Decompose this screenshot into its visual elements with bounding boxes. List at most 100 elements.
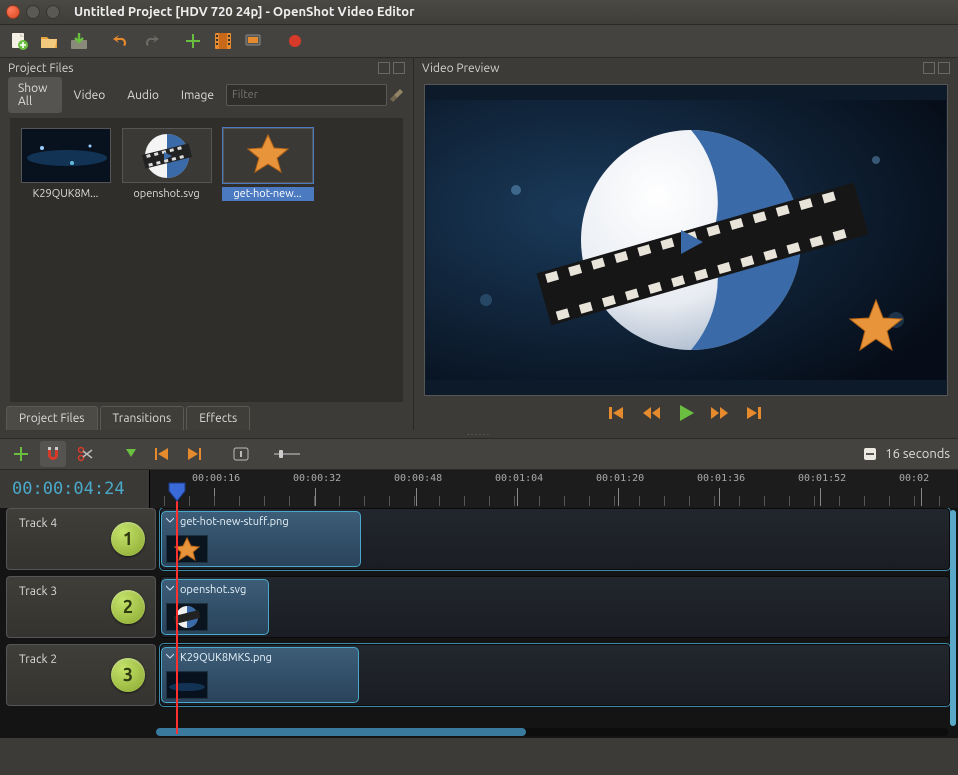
- project-files-grid[interactable]: K29QUK8M... openshot.svg get-hot-new...: [10, 118, 403, 402]
- clip-thumbnail: [166, 603, 208, 631]
- clear-filter-button[interactable]: [389, 84, 405, 106]
- export-button[interactable]: [282, 28, 308, 54]
- skip-start-icon: [609, 405, 627, 421]
- project-file-label: K29QUK8M...: [20, 187, 112, 201]
- workspace-panels: Project Files Show All Video Audio Image…: [0, 58, 958, 430]
- play-icon: [677, 404, 695, 422]
- timeline-header: 00:00:04:24 00:00:1600:00:3200:00:4800:0…: [0, 470, 958, 508]
- magnet-icon: [46, 446, 60, 462]
- fast-forward-icon: [711, 406, 729, 420]
- tab-effects[interactable]: Effects: [186, 406, 250, 430]
- zoom-slider[interactable]: [274, 441, 300, 467]
- track-number-badge: 1: [111, 522, 145, 556]
- undo-button[interactable]: [108, 28, 134, 54]
- filter-video-button[interactable]: Video: [64, 84, 116, 107]
- project-files-title: Project Files: [8, 62, 74, 75]
- clip-label: openshot.svg: [180, 584, 246, 596]
- track-name: Track 2: [19, 653, 57, 666]
- track-header[interactable]: Track 41: [6, 508, 156, 570]
- timeline-horizontal-scrollbar[interactable]: [156, 728, 948, 736]
- panel-close-button[interactable]: [938, 62, 950, 74]
- playhead[interactable]: [176, 484, 178, 734]
- filter-input[interactable]: [226, 84, 387, 106]
- clip-label: get-hot-new-stuff.png: [180, 516, 289, 528]
- slider-icon: [274, 449, 300, 459]
- track-lane[interactable]: openshot.svg: [160, 576, 950, 638]
- track-lane[interactable]: get-hot-new-stuff.png: [160, 508, 950, 570]
- track-header[interactable]: Track 32: [6, 576, 156, 638]
- redo-icon: [142, 32, 160, 50]
- center-playhead-button[interactable]: [228, 441, 254, 467]
- marker-button[interactable]: [118, 441, 144, 467]
- project-files-toolbar: Show All Video Audio Image: [0, 78, 413, 112]
- ruler-label: 00:01:36: [697, 473, 745, 484]
- project-file-label: get-hot-new...: [222, 187, 314, 201]
- tab-project-files[interactable]: Project Files: [6, 406, 98, 430]
- project-file-thumbnail: [21, 128, 111, 183]
- timeline-vertical-scrollbar[interactable]: [950, 510, 956, 726]
- ruler-label: 00:02: [899, 473, 929, 484]
- scissors-icon: [77, 446, 93, 462]
- main-toolbar: [0, 25, 958, 58]
- jump-end-button[interactable]: [744, 403, 764, 423]
- save-icon: [70, 32, 88, 50]
- snapping-button[interactable]: [40, 441, 66, 467]
- panel-close-button[interactable]: [393, 62, 405, 74]
- redo-button[interactable]: [138, 28, 164, 54]
- track-header[interactable]: Track 2 3: [6, 644, 156, 706]
- profile-button[interactable]: [210, 28, 236, 54]
- new-project-button[interactable]: [6, 28, 32, 54]
- play-button[interactable]: [676, 403, 696, 423]
- track-number-badge: 2: [111, 590, 145, 624]
- timeline-tracks: Track 41 get-hot-new-stuff.png Track 32 ope…: [0, 508, 958, 728]
- timeline-clip[interactable]: get-hot-new-stuff.png: [161, 511, 361, 567]
- filter-audio-button[interactable]: Audio: [117, 84, 169, 107]
- project-file-thumbnail: [122, 128, 212, 183]
- filter-image-button[interactable]: Image: [171, 84, 224, 107]
- next-marker-button[interactable]: [182, 441, 208, 467]
- razor-button[interactable]: [72, 441, 98, 467]
- window-minimize-button[interactable]: [26, 5, 40, 19]
- rewind-button[interactable]: [642, 403, 662, 423]
- project-tabs: Project Files Transitions Effects: [0, 402, 413, 430]
- jump-start-button[interactable]: [608, 403, 628, 423]
- skip-end-icon: [745, 405, 763, 421]
- video-preview-viewport[interactable]: [424, 84, 948, 396]
- project-files-header: Project Files: [0, 58, 413, 78]
- horizontal-splitter[interactable]: ······: [0, 430, 958, 438]
- fullscreen-button[interactable]: [240, 28, 266, 54]
- tab-transitions[interactable]: Transitions: [100, 406, 185, 430]
- open-project-button[interactable]: [36, 28, 62, 54]
- project-file-thumbnail: [223, 128, 313, 183]
- window-close-button[interactable]: [6, 5, 20, 19]
- fast-forward-button[interactable]: [710, 403, 730, 423]
- project-file-item[interactable]: openshot.svg: [119, 126, 214, 203]
- save-project-button[interactable]: [66, 28, 92, 54]
- project-file-label: openshot.svg: [121, 187, 213, 201]
- panel-float-button[interactable]: [923, 62, 935, 74]
- timeline-ruler[interactable]: 00:00:1600:00:3200:00:4800:01:0400:01:20…: [150, 470, 958, 508]
- screen-icon: [245, 33, 261, 49]
- track-number-badge: 3: [111, 658, 145, 692]
- project-file-item[interactable]: get-hot-new...: [220, 126, 315, 203]
- zoom-indicator-icon: [863, 447, 877, 461]
- scrollbar-thumb[interactable]: [156, 728, 526, 736]
- panel-float-button[interactable]: [378, 62, 390, 74]
- ruler-label: 00:00:32: [293, 473, 341, 484]
- ruler-label: 00:00:16: [192, 473, 240, 484]
- track-lane[interactable]: K29QUK8MKS.png: [160, 644, 950, 706]
- filter-show-all-button[interactable]: Show All: [8, 77, 62, 113]
- import-files-button[interactable]: [180, 28, 206, 54]
- prev-marker-button[interactable]: [150, 441, 176, 467]
- video-preview-header: Video Preview: [414, 58, 958, 78]
- playhead-marker-icon: [168, 482, 186, 502]
- window-maximize-button[interactable]: [46, 5, 60, 19]
- project-file-item[interactable]: K29QUK8M...: [18, 126, 113, 203]
- clip-label: K29QUK8MKS.png: [180, 652, 272, 664]
- center-icon: [233, 447, 249, 461]
- track-row: Track 2 3 K29QUK8MKS.png: [0, 644, 958, 706]
- timeline-clip[interactable]: K29QUK8MKS.png: [161, 647, 359, 703]
- clip-thumbnail: [166, 671, 208, 699]
- add-track-button[interactable]: [8, 441, 34, 467]
- marker-down-icon: [124, 447, 138, 461]
